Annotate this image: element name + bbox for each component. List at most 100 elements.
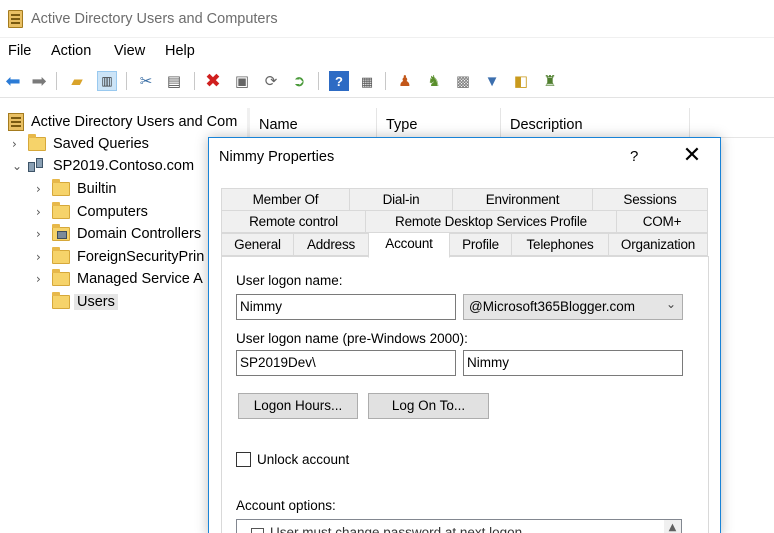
tree-item-label: Computers [77, 204, 148, 220]
pre2000-label: User logon name (pre-Windows 2000): [236, 331, 468, 346]
tab-member-of[interactable]: Member Of [221, 188, 350, 211]
unlock-account-label[interactable]: Unlock account [257, 452, 349, 467]
properties-icon[interactable]: ▣ [232, 71, 252, 91]
up-folder-icon[interactable]: ▰ [67, 71, 87, 91]
tab-remote-desktop-services-profile[interactable]: Remote Desktop Services Profile [365, 210, 617, 233]
menu-action[interactable]: Action [51, 43, 91, 59]
menu-help[interactable]: Help [165, 43, 195, 59]
new-group-icon[interactable]: ♞ [424, 71, 444, 91]
tab-com-plus[interactable]: COM+ [616, 210, 708, 233]
folder-icon [52, 247, 70, 264]
toolbar-separator [194, 72, 195, 90]
help-icon[interactable]: ? [329, 71, 349, 91]
column-name[interactable]: Name [250, 108, 377, 138]
pre2000-user-input[interactable]: Nimmy [463, 350, 683, 376]
show-hide-console-tree-icon[interactable]: ▥ [97, 71, 117, 91]
toolbar-separator [56, 72, 57, 90]
folder-icon [52, 202, 70, 219]
logon-hours-button[interactable]: Logon Hours... [238, 393, 358, 419]
tree-item-domain[interactable]: ⌄ SP2019.Contoso.com [12, 155, 194, 177]
tree-root[interactable]: Active Directory Users and Com [8, 111, 237, 133]
tree-item-saved-queries[interactable]: › Saved Queries [12, 133, 149, 155]
cut-icon[interactable]: ✂ [136, 71, 156, 91]
tree-item-users[interactable]: Users [52, 291, 118, 313]
tree-root-label: Active Directory Users and Com [31, 114, 238, 130]
logon-name-label: User logon name: [236, 273, 343, 288]
tree-item-domain-controllers[interactable]: › Domain Controllers [36, 223, 201, 245]
folder-icon [28, 134, 46, 151]
title-bar: Active Directory Users and Computers [0, 0, 774, 38]
add-to-group-icon[interactable]: ♜ [540, 71, 560, 91]
close-icon[interactable]: ✕ [677, 142, 707, 172]
upn-suffix-select[interactable]: @Microsoft365Blogger.com ⌄ [463, 294, 683, 320]
chevron-right-icon[interactable]: › [36, 227, 46, 241]
refresh-icon[interactable]: ⟳ [261, 71, 281, 91]
back-arrow-icon[interactable]: ⬅ [3, 71, 23, 91]
properties-dialog: Nimmy Properties ? ✕ Member Of Dial-in E… [208, 137, 721, 533]
export-list-icon[interactable]: ➲ [289, 71, 309, 91]
tab-address[interactable]: Address [293, 233, 369, 256]
tree-item-foreign-security-principals[interactable]: › ForeignSecurityPrin [36, 246, 204, 268]
menu-bar: File Action View Help [0, 38, 774, 65]
account-tab-panel: User logon name: Nimmy @Microsoft365Blog… [221, 256, 709, 533]
chevron-right-icon[interactable]: › [12, 137, 22, 151]
delete-icon[interactable]: ✖ [203, 71, 223, 91]
tree-item-computers[interactable]: › Computers [36, 201, 148, 223]
menu-file[interactable]: File [8, 43, 31, 59]
tree-item-label: Users [74, 294, 118, 310]
forward-arrow-icon[interactable]: ➡ [29, 71, 49, 91]
chevron-down-icon[interactable]: ⌄ [12, 159, 22, 173]
tree-item-managed-service-accounts[interactable]: › Managed Service A [36, 268, 203, 290]
list-header: Name Type Description [250, 108, 774, 138]
ou-folder-icon [52, 224, 70, 241]
scroll-up-arrow-icon[interactable]: ▲ [664, 520, 681, 533]
column-description[interactable]: Description [501, 108, 690, 138]
tab-dial-in[interactable]: Dial-in [349, 188, 453, 211]
tab-sessions[interactable]: Sessions [592, 188, 708, 211]
unlock-account-checkbox[interactable] [236, 452, 251, 467]
aduc-app-icon [8, 10, 23, 28]
tree-item-label: Saved Queries [53, 136, 149, 152]
tab-environment[interactable]: Environment [452, 188, 593, 211]
find-icon[interactable]: ◧ [511, 71, 531, 91]
action-pane-icon[interactable]: ▦ [357, 71, 377, 91]
aduc-root-icon [8, 113, 24, 131]
window-title: Active Directory Users and Computers [31, 11, 278, 27]
chevron-right-icon[interactable]: › [36, 272, 46, 286]
toolbar-separator [318, 72, 319, 90]
tab-telephones[interactable]: Telephones [511, 233, 609, 256]
folder-icon [52, 179, 70, 196]
tab-account[interactable]: Account [368, 232, 450, 258]
tree-item-builtin[interactable]: › Builtin [36, 178, 117, 200]
new-ou-icon[interactable]: ▩ [453, 71, 473, 91]
tree-item-label: Domain Controllers [77, 226, 202, 242]
option-label: User must change password at next logon [270, 525, 523, 533]
column-type[interactable]: Type [377, 108, 501, 138]
tab-strip: Member Of Dial-in Environment Sessions R… [221, 188, 709, 258]
log-on-to-button[interactable]: Log On To... [368, 393, 489, 419]
option-checkbox[interactable] [251, 528, 264, 533]
folder-icon [52, 292, 70, 309]
copy-icon[interactable]: ▤ [164, 71, 184, 91]
new-user-icon[interactable]: ♟ [395, 71, 415, 91]
tab-organization[interactable]: Organization [608, 233, 708, 256]
menu-view[interactable]: View [114, 43, 145, 59]
help-button[interactable]: ? [630, 148, 638, 165]
tree-item-label: Builtin [77, 181, 117, 197]
tab-general[interactable]: General [221, 233, 294, 256]
logon-name-input[interactable]: Nimmy [236, 294, 456, 320]
filter-icon[interactable]: ▼ [482, 71, 502, 91]
chevron-down-icon: ⌄ [665, 297, 676, 311]
tree-item-label: Managed Service A [77, 271, 203, 287]
chevron-right-icon[interactable]: › [36, 205, 46, 219]
toolbar-separator [385, 72, 386, 90]
tab-profile[interactable]: Profile [449, 233, 512, 256]
dialog-title: Nimmy Properties [219, 149, 335, 165]
tree-item-label: ForeignSecurityPrin [77, 249, 205, 265]
chevron-right-icon[interactable]: › [36, 182, 46, 196]
account-options-list[interactable]: User must change password at next logon … [236, 519, 682, 533]
toolbar-separator [126, 72, 127, 90]
chevron-right-icon[interactable]: › [36, 250, 46, 264]
account-options-label: Account options: [236, 498, 336, 513]
tab-remote-control[interactable]: Remote control [221, 210, 366, 233]
